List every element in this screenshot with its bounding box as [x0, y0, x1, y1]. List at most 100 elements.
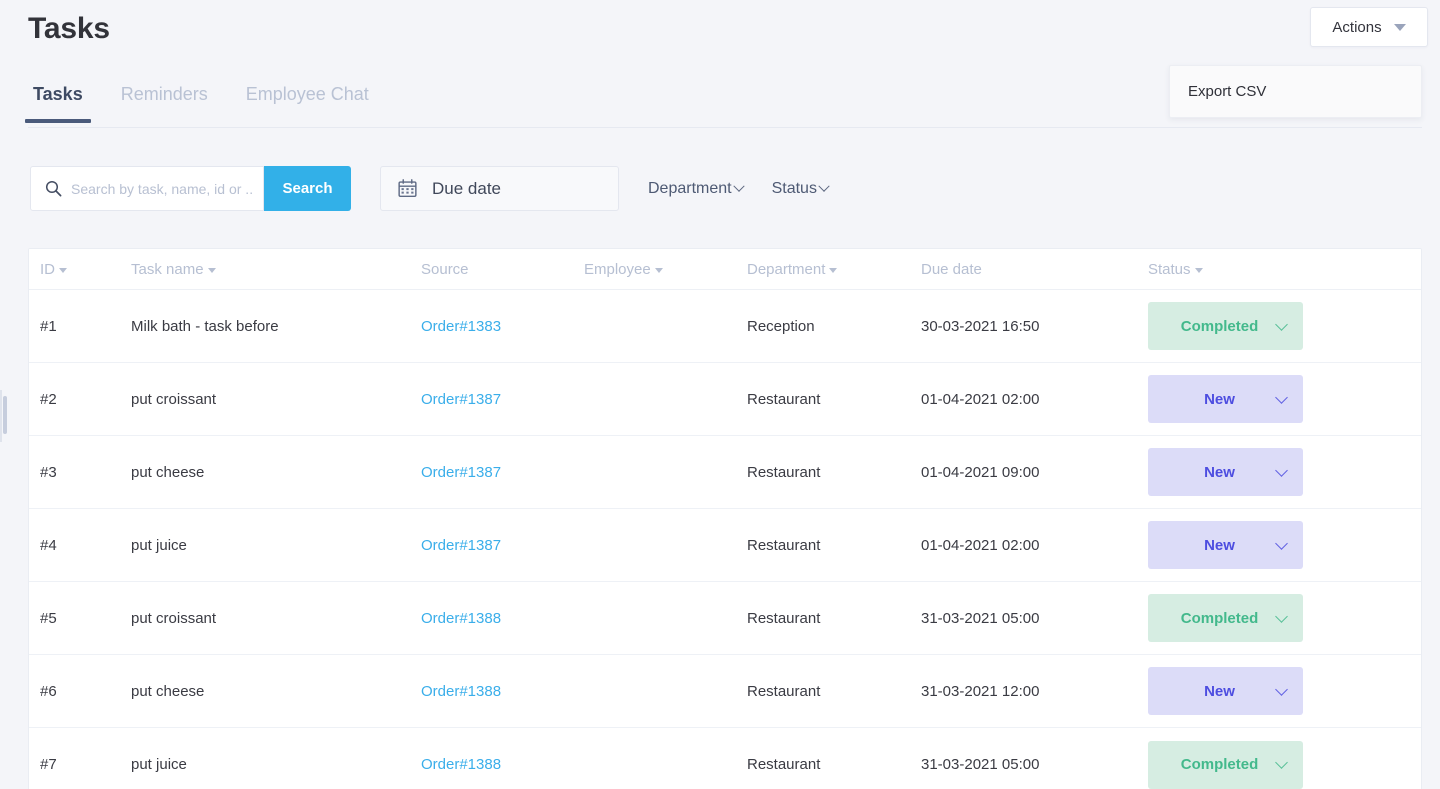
due-date-filter[interactable]: Due date	[380, 166, 619, 211]
left-scrollbar-track	[0, 390, 2, 442]
table-row[interactable]: #6 put cheese Order#1388 Restaurant 31-03-20…	[29, 655, 1421, 728]
actions-dropdown-menu[interactable]: Export CSV	[1169, 65, 1422, 118]
actions-button-label: Actions	[1332, 18, 1382, 36]
table-row[interactable]: #1 Milk bath - task before Order#1383 Recep…	[29, 290, 1421, 363]
status-badge-dropdown[interactable]: Completed	[1148, 740, 1303, 789]
status-badge-dropdown[interactable]: New	[1148, 521, 1303, 569]
cell-source-link[interactable]: Order#1388	[421, 610, 584, 627]
left-scrollbar-thumb[interactable]	[3, 396, 7, 434]
search-field-wrapper[interactable]	[30, 166, 264, 211]
cell-source-link[interactable]: Order#1387	[421, 391, 584, 408]
cell-status: Completed	[1148, 302, 1388, 350]
cell-department: Reception	[747, 317, 815, 335]
search-icon	[45, 180, 62, 197]
column-header-label: Due date	[921, 260, 982, 278]
cell-due-date: 31-03-2021 12:00	[921, 682, 1040, 700]
column-header-source: Source	[421, 261, 584, 278]
cell-id: #1	[40, 317, 57, 335]
tab-bar-divider	[28, 127, 1422, 128]
sort-caret-icon	[829, 267, 838, 273]
tab-employee-chat[interactable]: Employee Chat	[241, 84, 374, 123]
table-row[interactable]: #5 put croissant Order#1388 Restaurant 31-03…	[29, 582, 1421, 655]
cell-status: Completed	[1148, 740, 1388, 789]
table-row[interactable]: #4 put juice Order#1387 Restaurant 01-04-202…	[29, 509, 1421, 582]
cell-status: New	[1148, 448, 1388, 496]
column-header-department[interactable]: Department	[747, 261, 921, 278]
cell-due-date: 31-03-2021 05:00	[921, 756, 1040, 773]
status-badge-dropdown[interactable]: New	[1148, 667, 1303, 715]
status-badge-dropdown[interactable]: Completed	[1148, 302, 1303, 350]
column-header-label: Department	[747, 260, 826, 278]
status-badge-label: Completed	[1180, 609, 1259, 627]
tasks-page: Tasks Actions Export CSV Tasks Reminders…	[0, 0, 1440, 789]
search-button[interactable]: Search	[264, 166, 351, 211]
chevron-down-icon	[1275, 682, 1288, 696]
status-filter-label: Status	[771, 179, 817, 197]
status-badge-label: Completed	[1180, 317, 1259, 335]
status-badge-dropdown[interactable]: New	[1148, 375, 1303, 423]
table-row[interactable]: #7 put juice Order#1388 Restaurant 31-03-202…	[29, 728, 1421, 789]
cell-source-link[interactable]: Order#1388	[421, 683, 584, 700]
menu-item-export-csv[interactable]: Export CSV	[1170, 76, 1421, 107]
cell-department: Restaurant	[747, 536, 821, 554]
cell-id: #2	[40, 390, 57, 408]
chevron-down-icon	[1275, 756, 1288, 769]
cell-department: Restaurant	[747, 682, 821, 700]
column-header-label: ID	[40, 260, 55, 278]
cell-task-name: put cheese	[131, 682, 205, 700]
cell-department: Restaurant	[747, 756, 821, 773]
chevron-down-icon	[1393, 23, 1406, 31]
cell-status: New	[1148, 667, 1388, 715]
tab-bar: Tasks Reminders Employee Chat	[25, 84, 374, 123]
chevron-down-icon	[1275, 463, 1288, 477]
cell-status: New	[1148, 521, 1388, 569]
tab-tasks[interactable]: Tasks	[25, 84, 91, 123]
cell-department: Restaurant	[747, 390, 821, 408]
column-header-due-date: Due date	[921, 261, 1148, 278]
cell-due-date: 30-03-2021 16:50	[921, 317, 1040, 335]
cell-status: New	[1148, 375, 1388, 423]
chevron-down-icon	[818, 180, 830, 192]
cell-department: Restaurant	[747, 463, 821, 481]
cell-task-name: put juice	[131, 536, 187, 554]
chevron-down-icon	[1275, 609, 1288, 623]
table-row[interactable]: #2 put croissant Order#1387 Restaurant 01-04…	[29, 363, 1421, 436]
status-badge-dropdown[interactable]: New	[1148, 448, 1303, 496]
filter-bar: Search Due date Department Status	[30, 166, 830, 211]
department-filter[interactable]: Department	[648, 180, 745, 198]
column-header-label: Employee	[584, 260, 651, 278]
column-header-label: Source	[421, 260, 469, 278]
cell-task-name: put cheese	[131, 463, 205, 481]
status-badge-label: New	[1204, 536, 1235, 554]
cell-id: #5	[40, 609, 57, 627]
column-header-id[interactable]: ID	[29, 261, 131, 278]
cell-task-name: put juice	[131, 756, 187, 773]
cell-task-name: put croissant	[131, 390, 217, 408]
cell-source-link[interactable]: Order#1383	[421, 318, 584, 335]
cell-id: #3	[40, 463, 57, 481]
status-filter[interactable]: Status	[771, 179, 830, 198]
column-header-status[interactable]: Status	[1148, 261, 1388, 278]
column-header-employee[interactable]: Employee	[584, 261, 747, 278]
cell-id: #6	[40, 682, 57, 700]
column-header-task-name[interactable]: Task name	[131, 261, 421, 278]
chevron-down-icon	[1275, 317, 1288, 331]
table-row[interactable]: #3 put cheese Order#1387 Restaurant 01-04-20…	[29, 436, 1421, 509]
tasks-table: ID Task name Source Employee Department …	[28, 248, 1422, 789]
cell-due-date: 01-04-2021 09:00	[921, 463, 1040, 481]
status-badge-label: New	[1204, 463, 1235, 481]
status-badge-label: New	[1204, 390, 1235, 408]
status-badge-label: Completed	[1180, 756, 1259, 773]
cell-source-link[interactable]: Order#1388	[421, 756, 584, 773]
cell-source-link[interactable]: Order#1387	[421, 537, 584, 554]
cell-status: Completed	[1148, 594, 1388, 642]
cell-task-name: put croissant	[131, 609, 217, 627]
cell-source-link[interactable]: Order#1387	[421, 464, 584, 481]
cell-department: Restaurant	[747, 609, 821, 627]
search-input[interactable]	[71, 180, 253, 197]
calendar-icon	[398, 179, 417, 198]
actions-button[interactable]: Actions	[1310, 7, 1428, 47]
status-badge-dropdown[interactable]: Completed	[1148, 594, 1303, 642]
tab-reminders[interactable]: Reminders	[116, 84, 213, 123]
cell-id: #4	[40, 536, 57, 554]
